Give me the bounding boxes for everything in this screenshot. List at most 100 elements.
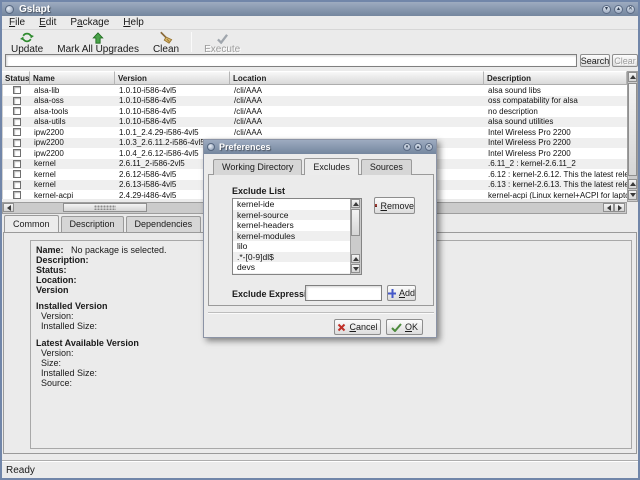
exclude-scroll-thumb[interactable]	[351, 209, 360, 236]
menubar: File Edit Package Help	[2, 16, 638, 30]
location-label: Location:	[36, 275, 167, 285]
table-vertical-scrollbar[interactable]	[627, 71, 638, 202]
name-label: Name:	[36, 245, 71, 255]
menu-file[interactable]: File	[2, 17, 32, 28]
minimize-button[interactable]: ▾	[602, 5, 611, 14]
tab-common[interactable]: Common	[4, 215, 59, 232]
status-cell	[3, 128, 31, 136]
horizontal-scroll-thumb[interactable]	[63, 203, 147, 212]
close-button[interactable]: ✕	[626, 5, 635, 14]
exclude-list-scrollbar[interactable]	[350, 199, 361, 274]
exclude-list-item[interactable]: kernel-modules	[233, 231, 350, 242]
table-row[interactable]: alsa-oss 1.0.10-i586-4vl5 /cli/AAA oss c…	[3, 96, 627, 107]
maximize-button[interactable]: ▴	[614, 5, 623, 14]
table-row[interactable]: alsa-tools 1.0.10-i586-4vl5 /cli/AAA no …	[3, 106, 627, 117]
exclude-list-item[interactable]: kernel-source	[233, 210, 350, 221]
scroll-left-button[interactable]	[3, 203, 14, 212]
scroll-up-button[interactable]	[351, 199, 360, 208]
table-row[interactable]: alsa-utils 1.0.10-i586-4vl5 /cli/AAA als…	[3, 117, 627, 128]
menu-edit[interactable]: Edit	[32, 17, 63, 28]
exclude-list-item-partial[interactable]	[233, 273, 350, 276]
plus-icon	[388, 289, 396, 298]
package-checkbox[interactable]	[13, 170, 21, 178]
package-checkbox[interactable]	[13, 107, 21, 115]
status-cell	[3, 191, 31, 199]
window-titlebar[interactable]: Gslapt ▾ ▴ ✕	[2, 2, 638, 16]
exclude-list-item[interactable]: lilo	[233, 241, 350, 252]
vertical-scroll-thumb[interactable]	[628, 83, 637, 176]
dialog-titlebar[interactable]: Preferences ▾ ▴ ✕	[204, 140, 436, 154]
recycle-arrows-icon	[20, 31, 34, 44]
exclude-list-item[interactable]: devs	[233, 262, 350, 273]
add-button[interactable]: Add	[387, 285, 416, 301]
excludes-page: Exclude List kernel-ide kernel-source ke…	[208, 174, 434, 306]
search-input[interactable]	[5, 54, 577, 67]
thumb-grip	[94, 205, 116, 210]
dialog-maximize-button[interactable]: ▴	[414, 143, 422, 151]
column-header-location[interactable]: Location	[230, 71, 484, 85]
window-icon	[5, 5, 14, 14]
installed-version-label: Version:	[41, 311, 167, 321]
package-checkbox[interactable]	[13, 86, 21, 94]
package-checkbox[interactable]	[13, 118, 21, 126]
tab-working-directory[interactable]: Working Directory	[213, 159, 302, 175]
package-checkbox[interactable]	[13, 181, 21, 189]
scroll-up-button[interactable]	[628, 72, 637, 82]
exclude-list-item[interactable]: .*-[0-9]dl$	[233, 252, 350, 263]
scroll-left-button-2[interactable]	[603, 203, 614, 212]
package-checkbox[interactable]	[13, 128, 21, 136]
dialog-minimize-button[interactable]: ▾	[403, 143, 411, 151]
exclude-list-item[interactable]: kernel-headers	[233, 220, 350, 231]
tab-excludes[interactable]: Excludes	[304, 158, 359, 175]
column-header-name[interactable]: Name	[30, 71, 115, 85]
dialog-title: Preferences	[219, 142, 271, 152]
dialog-close-button[interactable]: ✕	[425, 143, 433, 151]
cancel-button[interactable]: Cancel	[334, 319, 381, 335]
statusbar: Ready	[2, 461, 638, 478]
search-button[interactable]: Search	[580, 54, 610, 67]
scroll-down-button[interactable]	[351, 264, 360, 273]
column-header-status[interactable]: Status	[2, 71, 30, 85]
package-checkbox[interactable]	[13, 149, 21, 157]
status-cell	[3, 118, 31, 126]
package-checkbox[interactable]	[13, 191, 21, 199]
package-name: ipw2200	[31, 128, 116, 137]
dialog-icon	[207, 143, 215, 151]
tab-sources[interactable]: Sources	[361, 159, 412, 175]
package-checkbox[interactable]	[13, 139, 21, 147]
remove-button[interactable]: Remove	[374, 197, 415, 214]
column-header-description[interactable]: Description	[484, 71, 627, 85]
preferences-tabs: Working Directory Excludes Sources	[213, 159, 414, 175]
clean-button[interactable]: Clean	[146, 31, 186, 55]
column-header-version[interactable]: Version	[115, 71, 230, 85]
scroll-up-button-2[interactable]	[628, 179, 637, 189]
installed-version-title: Installed Version	[36, 301, 167, 311]
ok-button[interactable]: OK	[386, 319, 423, 335]
table-row[interactable]: ipw2200 1.0.1_2.4.29-i586-4vl5 /cli/AAA …	[3, 127, 627, 138]
ok-check-icon	[391, 323, 402, 332]
tab-description[interactable]: Description	[61, 216, 124, 232]
package-checkbox[interactable]	[13, 97, 21, 105]
package-name: ipw2200	[31, 149, 116, 158]
scroll-up-button-2[interactable]	[351, 254, 360, 263]
menu-help[interactable]: Help	[116, 17, 151, 28]
exclude-expression-input[interactable]	[305, 285, 382, 301]
left-arrow-icon	[607, 205, 611, 211]
scroll-right-button[interactable]	[614, 203, 625, 212]
exclude-list-label: Exclude List	[232, 186, 285, 196]
status-cell	[3, 160, 31, 168]
installed-size-label: Installed Size:	[41, 321, 167, 331]
package-checkbox[interactable]	[13, 160, 21, 168]
scroll-down-button[interactable]	[628, 190, 637, 200]
update-button[interactable]: Update	[4, 31, 50, 55]
tab-dependencies[interactable]: Dependencies	[126, 216, 202, 232]
exclude-list-item[interactable]: kernel-ide	[233, 199, 350, 210]
table-row[interactable]: alsa-lib 1.0.10-i586-4vl5 /cli/AAA alsa …	[3, 85, 627, 96]
package-location: /cli/AAA	[231, 107, 485, 116]
status-cell	[3, 107, 31, 115]
mark-all-upgrades-button[interactable]: Mark All Upgrades	[50, 31, 146, 55]
package-name: kernel	[31, 159, 116, 168]
status-text: Ready	[6, 465, 35, 476]
package-description: Intel Wireless Pro 2200	[485, 138, 627, 147]
menu-package[interactable]: Package	[63, 17, 116, 28]
